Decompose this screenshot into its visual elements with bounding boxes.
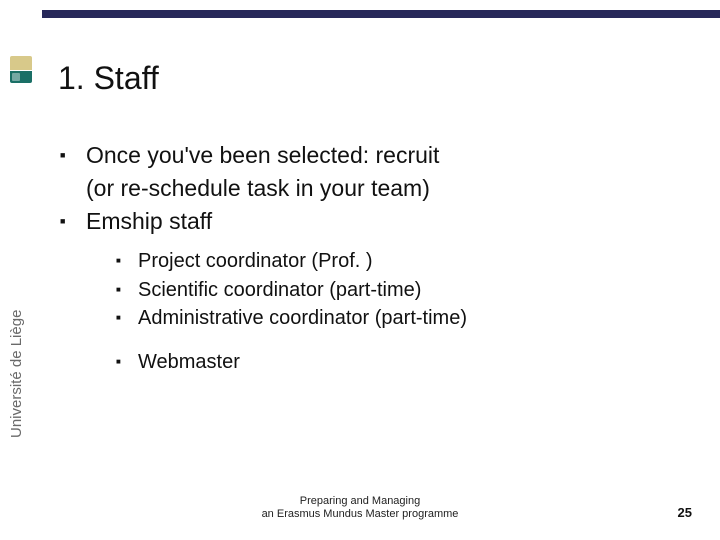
bullet-2: Emship staff Project coordinator (Prof. … [60, 206, 690, 377]
bullet-1-paren: (or re-schedule task in your team) [60, 173, 690, 204]
slide: Université de Liège 1. Staff Once you've… [0, 0, 720, 540]
institution-label: Université de Liège [8, 418, 25, 438]
slide-content: Once you've been selected: recruit (or r… [60, 140, 690, 379]
sub-bullet-1: Project coordinator (Prof. ) [116, 247, 690, 275]
logo-top [10, 56, 32, 70]
slide-title: 1. Staff [58, 60, 159, 97]
footer: Preparing and Managing an Erasmus Mundus… [0, 495, 720, 523]
logo-bottom [10, 71, 32, 83]
page-number: 25 [678, 505, 692, 520]
footer-line-2: an Erasmus Mundus Master programme [0, 508, 720, 522]
bullet-1: Once you've been selected: recruit [60, 140, 690, 171]
sub-bullet-3: Administrative coordinator (part-time) [116, 304, 690, 332]
sub-bullet-2: Scientific coordinator (part-time) [116, 276, 690, 304]
bullet-list: Once you've been selected: recruit (or r… [60, 140, 690, 377]
sub-bullet-list: Project coordinator (Prof. ) Scientific … [116, 247, 690, 377]
institution-logo [10, 56, 34, 83]
top-bar [42, 10, 720, 18]
sub-bullet-4: Webmaster [116, 348, 690, 376]
bullet-2-label: Emship staff [86, 208, 212, 234]
footer-line-1: Preparing and Managing [0, 495, 720, 509]
